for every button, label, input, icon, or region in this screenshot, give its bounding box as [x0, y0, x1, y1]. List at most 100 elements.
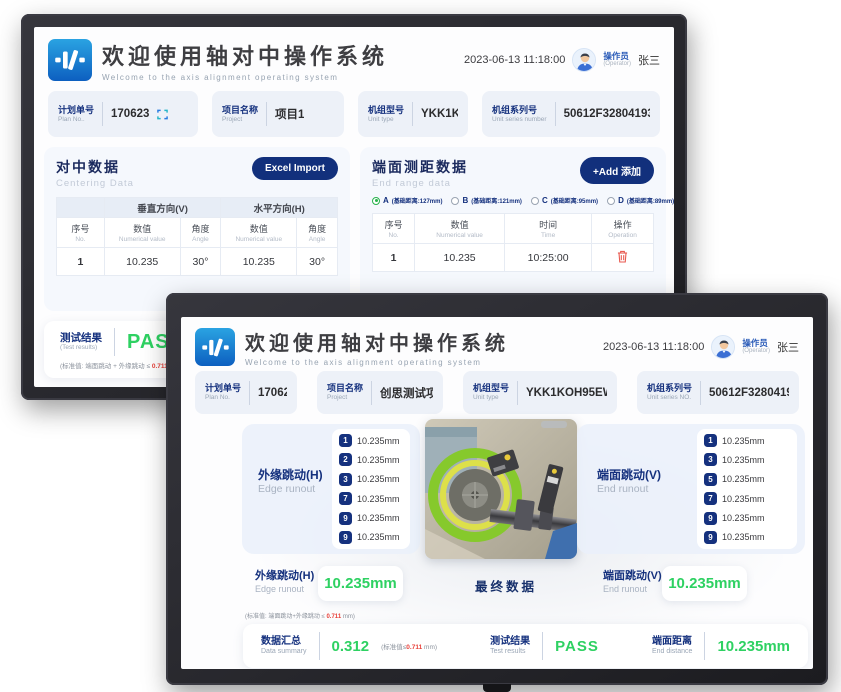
page-subtitle: Welcome to the axis alignment operating …: [245, 358, 509, 367]
field-plan-no[interactable]: 计划单号Plan No. 170623: [195, 371, 297, 414]
field-unit-series-value: 50612F32804193: [564, 108, 650, 120]
centering-subtitle: Centering Data: [56, 178, 134, 189]
divider: [542, 632, 543, 660]
row-no: 1: [373, 244, 415, 272]
group-vertical: 垂直方向(V): [104, 198, 221, 218]
centering-title: 对中数据: [56, 157, 134, 177]
group-horizontal: 水平方向(H): [221, 198, 338, 218]
page-title: 欢迎使用轴对中操作系统: [102, 39, 388, 71]
field-project-value: 项目1: [275, 106, 304, 122]
field-plan-no[interactable]: 计划单号Plan No.. 170623: [48, 91, 198, 137]
data-summary-note: (标准值≤0.711 mm): [381, 641, 437, 651]
list-item: 310.235mm: [704, 453, 790, 466]
field-unit-series[interactable]: 机组系列号Unit series number 50612F32804193: [482, 91, 660, 137]
col-value-v: 数值Numerical value: [104, 218, 180, 248]
col-operation: 操作Operation: [592, 214, 654, 244]
field-project-label: 项目名称Project: [327, 383, 363, 402]
edge-runout-final-value: 10.235mm: [318, 566, 403, 601]
field-project[interactable]: 项目名称Project 创思测试项目: [317, 371, 443, 414]
end-runout-card: 端面跳动(V)End runout 110.235mm 310.235mm 51…: [577, 424, 805, 554]
row-angle-v: 30°: [180, 248, 221, 276]
field-plan-no-value: 170623: [258, 387, 287, 399]
field-plan-no-label: 计划单号Plan No.: [205, 383, 241, 402]
divider: [102, 102, 103, 126]
machine-3d-image: [425, 419, 577, 559]
end-range-title: 端面测距数据: [372, 157, 468, 177]
standard-note: (标准值: 端面跳动+外缘跳动 ≤ 0.711 mm): [245, 611, 355, 620]
stage: 欢迎使用轴对中操作系统 Welcome to the axis alignmen…: [0, 0, 841, 692]
base-distance-radios: A(基础距离:127mm) B(基础距离:121mm) C(基础距离:95mm)…: [372, 196, 654, 205]
field-unit-type-value: YKK1KOH95EWH/R022BERL: [526, 387, 607, 399]
end-runout-final-label: 端面跳动(V)End runout: [603, 570, 662, 595]
summary-bar: 数据汇总Data summary 0.312 (标准值≤0.711 mm) 测试…: [243, 624, 808, 668]
list-item: 210.235mm: [339, 453, 403, 466]
excel-import-button[interactable]: Excel Import: [252, 157, 338, 180]
group-empty: [57, 198, 105, 218]
list-item: 710.235mm: [704, 492, 790, 505]
header: 欢迎使用轴对中操作系统 Welcome to the axis alignmen…: [195, 325, 799, 369]
field-unit-series-label: 机组系列号Unit series NO.: [647, 383, 692, 402]
list-item: 310.235mm: [339, 473, 403, 486]
divider: [266, 102, 267, 126]
divider: [249, 381, 250, 405]
scan-corners-icon[interactable]: [157, 109, 168, 120]
info-fields: 计划单号Plan No. 170623 项目名称Project 创思测试项目 机…: [195, 371, 799, 414]
edge-runout-card: 外缘跳动(H)Edge runout 110.235mm 210.235mm 3…: [242, 424, 420, 554]
list-item: 710.235mm: [339, 492, 403, 505]
page-title: 欢迎使用轴对中操作系统: [245, 327, 509, 356]
field-unit-type-value: YKK1KOH95EWH/R022BERL: [421, 108, 458, 120]
field-unit-series-label: 机组系列号Unit series number: [492, 105, 547, 124]
list-item: 110.235mm: [704, 434, 790, 447]
divider: [704, 632, 705, 660]
radio-a[interactable]: A(基础距离:127mm): [372, 196, 442, 205]
add-button[interactable]: +Add 添加: [580, 157, 654, 184]
field-plan-no-label: 计划单号Plan No..: [58, 105, 94, 124]
axis-logo-icon: [195, 328, 235, 366]
col-no: 序号No.: [373, 214, 415, 244]
end-runout-final-value: 10.235mm: [662, 566, 747, 601]
divider: [114, 328, 115, 356]
screen-front: 欢迎使用轴对中操作系统 Welcome to the axis alignmen…: [181, 317, 813, 669]
field-unit-type-label: 机组型号Unit type: [368, 105, 404, 124]
divider: [412, 102, 413, 126]
final-data-title: 最终数据: [475, 576, 537, 595]
operator-label: 操作员(Operator): [742, 339, 770, 355]
operator-avatar[interactable]: [711, 335, 735, 359]
test-result-label: 测试结果(Test results): [60, 332, 102, 352]
radio-d[interactable]: D(基础距离:89mm): [607, 196, 674, 205]
divider: [517, 381, 518, 405]
final-data-row: 外缘跳动(H)Edge runout 10.235mm 最终数据 端面跳动(V)…: [181, 564, 813, 610]
row-time: 10:25:00: [505, 244, 592, 272]
field-plan-no-value: 170623: [111, 108, 149, 120]
field-unit-type[interactable]: 机组型号Unit type YKK1KOH95EWH/R022BERL: [463, 371, 617, 414]
trash-icon[interactable]: [617, 250, 628, 263]
data-summary-value: 0.312: [332, 638, 370, 655]
centering-data-panel: 对中数据 Centering Data Excel Import 垂直方向(V)…: [44, 147, 350, 311]
radio-b-dot[interactable]: [451, 197, 459, 205]
operator-avatar[interactable]: [572, 48, 596, 72]
list-item: 910.235mm: [704, 531, 790, 544]
field-project[interactable]: 项目名称Project 项目1: [212, 91, 344, 137]
header: 欢迎使用轴对中操作系统 Welcome to the axis alignmen…: [48, 35, 660, 85]
field-unit-type[interactable]: 机组型号Unit type YKK1KOH95EWH/R022BERL: [358, 91, 468, 137]
image-tag: [541, 421, 567, 428]
axis-logo-icon: [48, 39, 92, 81]
field-project-value: 创思测试项目: [380, 385, 433, 401]
end-range-table: 序号No. 数值Numerical value 时间Time 操作Operati…: [372, 213, 654, 272]
radio-c[interactable]: C(基础距离:95mm): [531, 196, 598, 205]
row-operation: [592, 244, 654, 272]
field-unit-series[interactable]: 机组系列号Unit series NO. 50612F32804193: [637, 371, 799, 414]
row-value-v: 10.235: [104, 248, 180, 276]
radio-c-dot[interactable]: [531, 197, 539, 205]
col-time: 时间Time: [505, 214, 592, 244]
radio-a-dot[interactable]: [372, 197, 380, 205]
page-subtitle: Welcome to the axis alignment operating …: [102, 73, 388, 82]
radio-d-dot[interactable]: [607, 197, 615, 205]
list-item: 110.235mm: [339, 434, 403, 447]
edge-runout-final-label: 外缘跳动(H)Edge runout: [255, 570, 314, 595]
datetime: 2023-06-13 11:18:00: [603, 341, 704, 353]
divider: [371, 381, 372, 405]
radio-b[interactable]: B(基础距离:121mm): [451, 196, 521, 205]
row-angle-h: 30°: [297, 248, 338, 276]
divider: [555, 102, 556, 126]
